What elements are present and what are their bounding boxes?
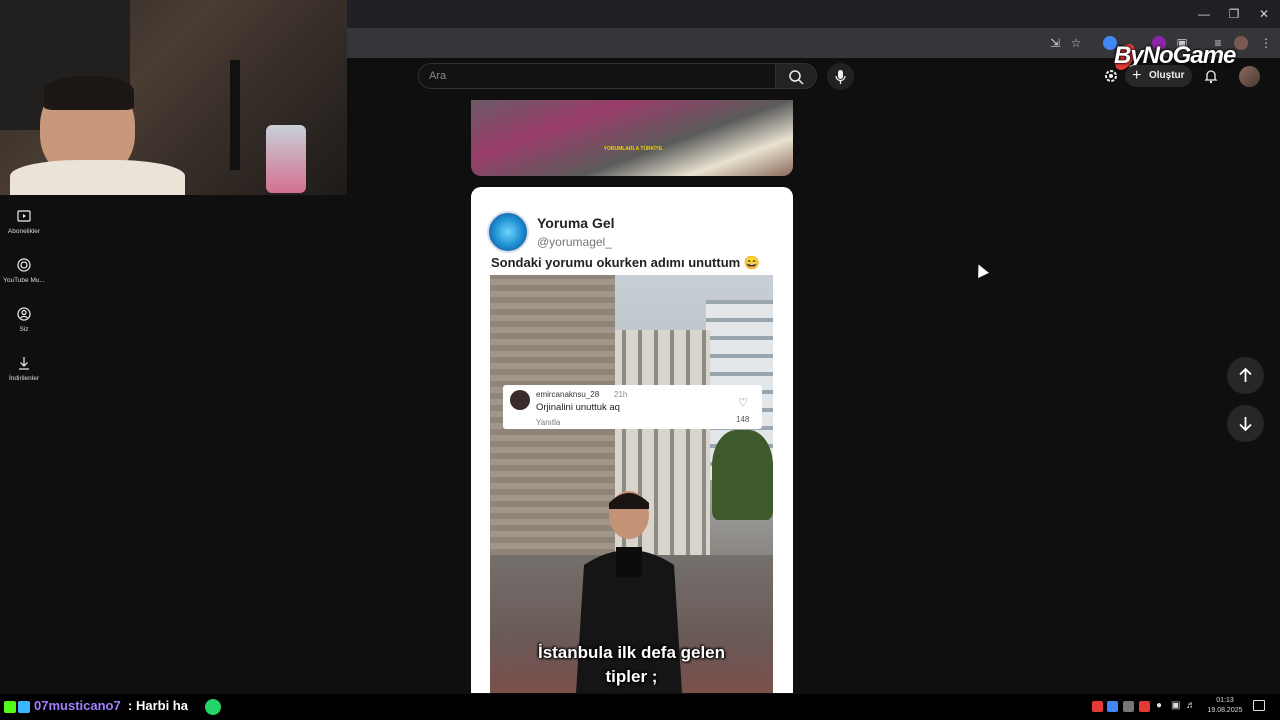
bell-icon [1204,70,1218,84]
sidebar-item-you[interactable]: Siz [0,306,48,333]
video-subtitle-line: tipler ; [605,667,658,686]
taskbar [0,694,1280,720]
video-subtitle-line: İstanbula ilk defa gelen [537,643,726,662]
search-button[interactable] [775,63,817,89]
channel-name[interactable]: Yoruma Gel [537,215,615,231]
video-scene-tree [712,430,773,520]
you-icon [17,307,31,321]
restore-button[interactable]: ❐ [1226,6,1242,22]
video-watermark: YORUMLARLA TÜRKİYE [603,146,663,152]
microphone-tray-icon[interactable]: ● [1156,700,1162,711]
arrow-down-icon [1239,417,1252,432]
bookmark-star-icon[interactable]: ☆ [1068,35,1084,51]
notifications-button[interactable] [1203,68,1219,84]
heart-icon: ♡ [738,397,748,409]
next-short-button[interactable] [1227,405,1264,442]
sidebar-item-label: İndirilenler [9,375,39,382]
streamer-hair [44,76,134,110]
yt-gear-icon[interactable] [1103,68,1119,84]
subscriptions-icon [17,210,31,222]
taskbar-date: 19.08.2025 [1207,707,1243,714]
comment-username: emircanaknsu_28 [536,390,600,399]
streamer-webcam [0,0,347,195]
streamer-shirt [10,160,185,195]
voice-search-button[interactable] [827,63,854,90]
previous-short-button[interactable] [1227,357,1264,394]
sidebar-item-subscriptions[interactable]: Abonelikler [0,208,48,235]
mic-arm [230,60,240,170]
channel-handle: @yorumagel_ [537,235,612,249]
network-icon[interactable]: ▣ [1171,700,1180,711]
drink-bottle [266,125,306,193]
chat-separator: : [128,698,133,713]
close-window-button[interactable]: ✕ [1256,6,1272,22]
sidebar-item-downloads[interactable]: İndirilenler [0,355,48,382]
video-subtitle: İstanbula ilk defa gelen tipler ; [490,641,773,689]
search-input[interactable]: Ara [418,63,776,89]
youtube-music-icon [17,258,31,272]
minimize-button[interactable]: — [1196,6,1212,22]
comment-time: 21h [614,390,628,399]
tray-app-icon[interactable] [1107,701,1118,712]
chat-message-text: Harbi ha [135,698,188,713]
short-video-previous[interactable]: YORUMLARLA TÜRKİYE [471,100,793,176]
browser-menu-icon[interactable]: ⋮ [1258,35,1274,51]
sidebar-item-label: YouTube Mu... [3,277,45,284]
comment-text: Orjinalini unuttuk aq [536,402,620,413]
sidebar-item-youtube-music[interactable]: YouTube Mu... [0,257,52,284]
short-caption: Sondaki yorumu okurken adımı unuttum 😄 [491,255,760,270]
account-avatar[interactable] [1239,66,1260,87]
install-app-icon[interactable]: ⇲ [1047,35,1063,51]
taskbar-time: 01:13 [1216,697,1234,704]
gear-icon [1105,70,1117,82]
chat-message: : Harbi ha [128,698,188,713]
mouse-cursor [973,262,989,278]
sidebar-item-label: Abonelikler [7,228,41,235]
tray-app-icon[interactable] [1139,701,1150,712]
chat-badge-icon [18,701,30,713]
notification-center-icon[interactable] [1253,700,1265,711]
kick-badge-icon [4,701,16,713]
search-icon [789,70,804,85]
volume-icon[interactable]: ♬ [1186,700,1196,711]
taskbar-clock[interactable]: 01:13 19.08.2025 [1200,696,1250,716]
microphone-icon [835,70,846,84]
tray-app-icon[interactable] [1123,701,1134,712]
comment-like-count: 148 [736,415,750,424]
whatsapp-icon[interactable] [205,699,221,715]
profile-avatar[interactable] [1234,36,1248,50]
channel-avatar[interactable] [487,211,529,253]
plus-icon: + [1132,67,1142,84]
chat-username: 07musticano7 [34,698,121,713]
comment-avatar [510,390,530,410]
sidebar-item-label: Siz [19,326,29,333]
tray-app-icon[interactable] [1092,701,1103,712]
arrow-up-icon [1239,367,1252,382]
download-icon [19,357,29,370]
comment-reply-label: Yanıtla [536,418,561,427]
